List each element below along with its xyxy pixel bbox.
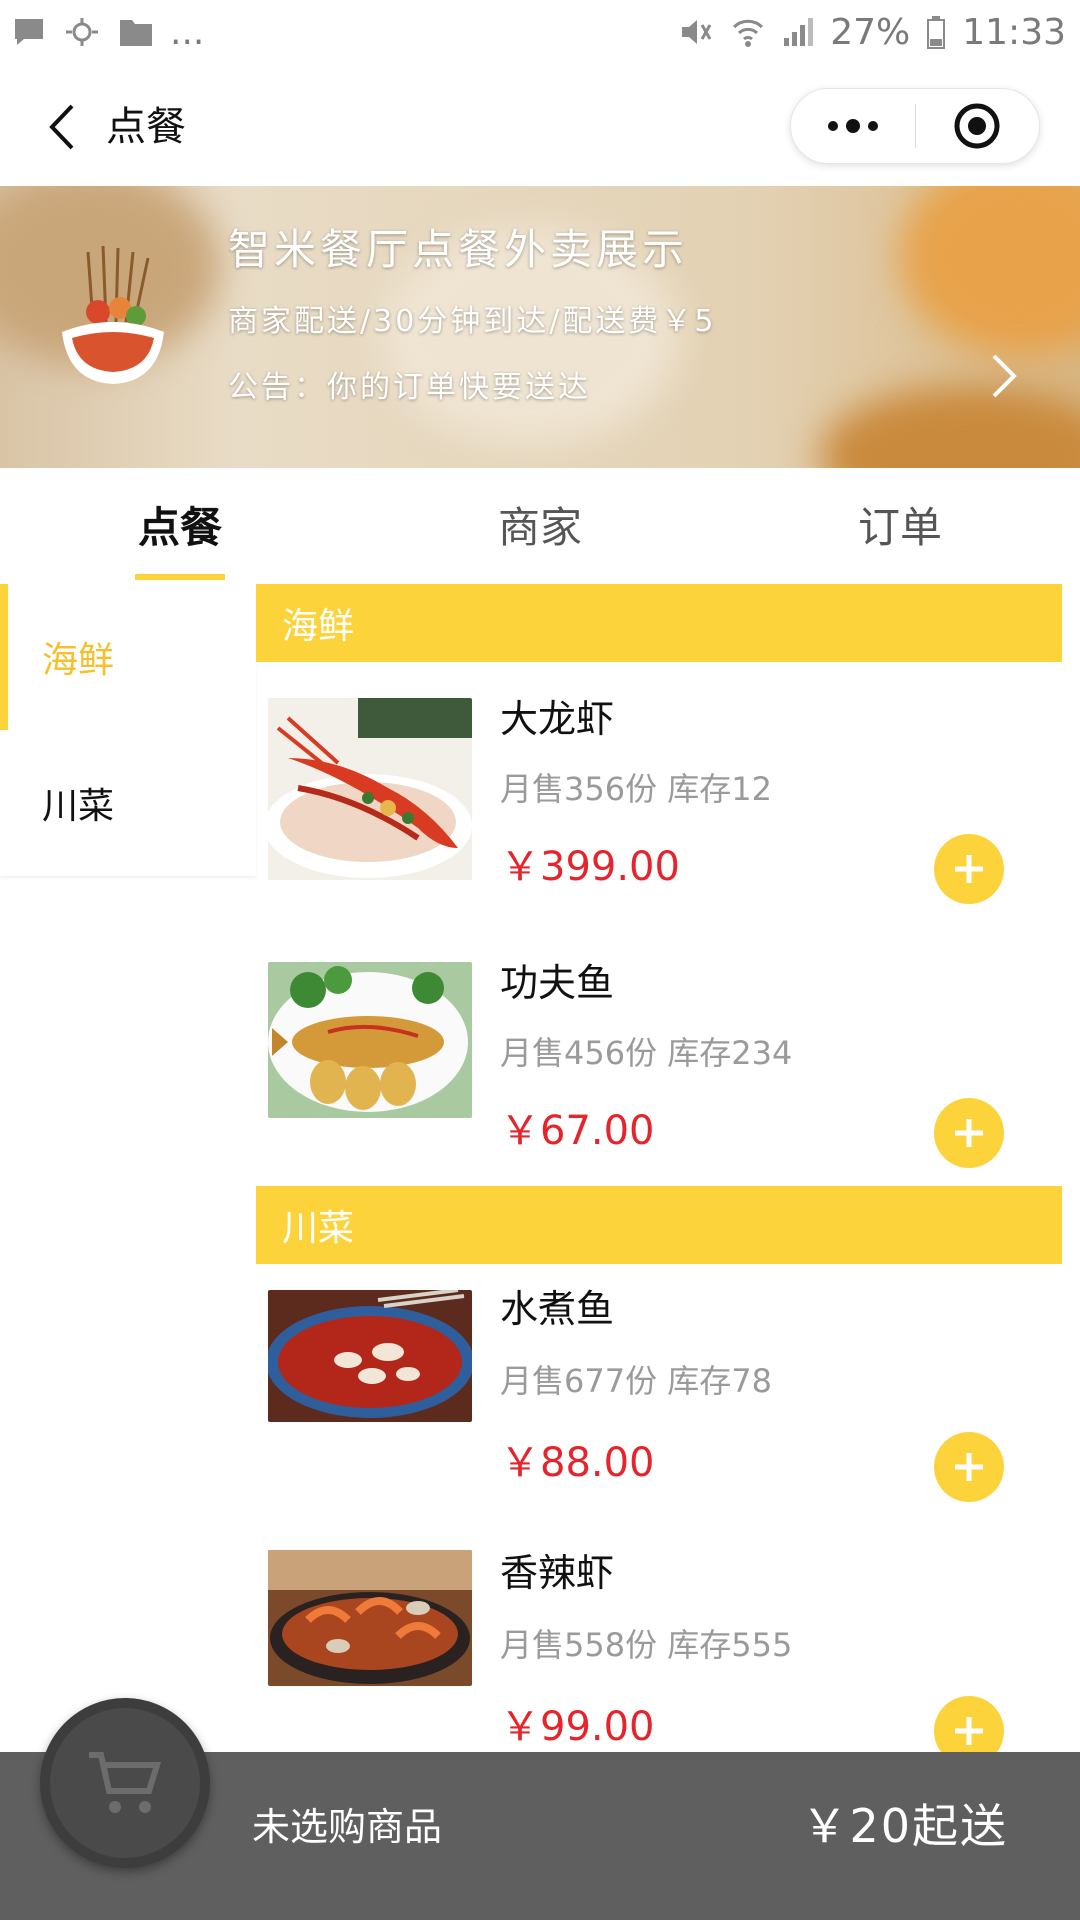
sidebar-item-label: 海鲜 <box>42 640 115 681</box>
target-icon <box>954 103 1000 149</box>
add-to-cart-button[interactable] <box>934 834 1004 904</box>
tab-orders[interactable]: 订单 <box>720 468 1080 580</box>
battery-percent: 27% <box>830 11 911 53</box>
dish-sales-stock: 月售677份 库存78 <box>500 1362 772 1400</box>
chevron-right-icon <box>992 354 1017 398</box>
app-root: ... 27% 11:33 点餐 智米餐厅点餐外卖展示 商家配送/30分钟到达/… <box>0 0 1080 1920</box>
dish-item: 大龙虾 月售356份 库存12 ￥399.00 <box>256 662 1062 920</box>
plus-icon <box>955 1453 983 1481</box>
banner-delivery-info: 商家配送/30分钟到达/配送费￥5 <box>228 304 717 339</box>
more-dots-icon <box>827 119 878 133</box>
tab-label: 商家 <box>497 502 582 552</box>
shop-logo <box>62 245 164 384</box>
sidebar-item-seafood[interactable]: 海鲜 <box>0 584 256 730</box>
dish-image <box>268 962 472 1118</box>
back-button[interactable] <box>26 92 96 162</box>
shop-banner[interactable]: 智米餐厅点餐外卖展示 商家配送/30分钟到达/配送费￥5 公告：你的订单快要送达 <box>0 186 1080 468</box>
status-more-text: ... <box>170 11 205 53</box>
category-header: 川菜 <box>256 1186 1062 1264</box>
dish-image <box>268 698 472 880</box>
tab-order[interactable]: 点餐 <box>0 468 360 580</box>
add-to-cart-button[interactable] <box>934 1098 1004 1168</box>
cart-status: 未选购商品 <box>252 1805 443 1849</box>
dish-price: ￥399.00 <box>500 844 680 890</box>
dish-name: 大龙虾 <box>500 697 615 741</box>
status-bar-right: 27% 11:33 <box>678 12 1066 53</box>
plus-icon <box>955 1717 983 1745</box>
dish-price: ￥88.00 <box>500 1440 655 1486</box>
dish-name: 功夫鱼 <box>500 961 615 1005</box>
tab-bar: 点餐 商家 订单 <box>0 468 1080 580</box>
close-button[interactable] <box>916 89 1040 163</box>
folder-icon <box>120 20 152 46</box>
plus-icon <box>955 855 983 883</box>
dish-item: 水煮鱼 月售677份 库存78 ￥88.00 <box>256 1264 1062 1522</box>
tab-label: 点餐 <box>137 502 222 552</box>
status-bar-left: ... <box>12 12 204 53</box>
dish-name: 水煮鱼 <box>500 1287 615 1331</box>
status-bar: ... 27% 11:33 <box>0 0 1080 64</box>
min-order-label: ￥20起送 <box>801 1799 1008 1853</box>
chat-icon <box>15 19 43 45</box>
plus-icon <box>955 1119 983 1147</box>
menu-list[interactable]: 海鲜 大龙虾 月售356份 库存12 ￥399.00 功夫鱼 月售456份 库存… <box>256 584 1062 1920</box>
dish-price: ￥99.00 <box>500 1704 655 1750</box>
sidebar-item-label: 川菜 <box>42 786 115 827</box>
dish-image <box>268 1290 472 1422</box>
banner-bg-blur <box>900 186 1080 356</box>
status-time: 11:33 <box>962 11 1066 53</box>
signal-icon <box>784 18 814 46</box>
page-title: 点餐 <box>106 104 186 150</box>
dish-sales-stock: 月售456份 库存234 <box>500 1034 793 1072</box>
nav-bar: 点餐 <box>0 64 1080 186</box>
cart-button[interactable] <box>40 1698 210 1868</box>
cart-icon <box>89 1752 162 1813</box>
tab-merchant[interactable]: 商家 <box>360 468 720 580</box>
dish-image <box>268 1550 472 1686</box>
dish-item: 功夫鱼 月售456份 库存234 ￥67.00 <box>256 926 1062 1184</box>
more-button[interactable] <box>791 89 915 163</box>
weather-icon <box>66 18 98 46</box>
tab-active-indicator <box>135 574 225 580</box>
add-to-cart-button[interactable] <box>934 1432 1004 1502</box>
tab-label: 订单 <box>857 502 942 552</box>
banner-notice: 公告：你的订单快要送达 <box>228 370 591 405</box>
mute-icon <box>682 20 712 44</box>
chevron-left-icon <box>49 104 74 150</box>
miniprogram-capsule <box>790 88 1040 164</box>
dish-item: 香辣虾 月售558份 库存555 ￥99.00 <box>256 1528 1062 1786</box>
dish-name: 香辣虾 <box>500 1551 615 1595</box>
sidebar-active-indicator <box>0 584 8 730</box>
battery-icon <box>927 16 946 49</box>
dish-sales-stock: 月售558份 库存555 <box>500 1626 793 1664</box>
banner-bg-blur <box>820 386 1080 468</box>
dish-sales-stock: 月售356份 库存12 <box>500 770 772 808</box>
wifi-icon <box>733 19 764 47</box>
dish-price: ￥67.00 <box>500 1108 655 1154</box>
banner-title: 智米餐厅点餐外卖展示 <box>228 225 689 274</box>
category-header: 海鲜 <box>256 584 1062 662</box>
sidebar-item-sichuan[interactable]: 川菜 <box>0 730 256 876</box>
